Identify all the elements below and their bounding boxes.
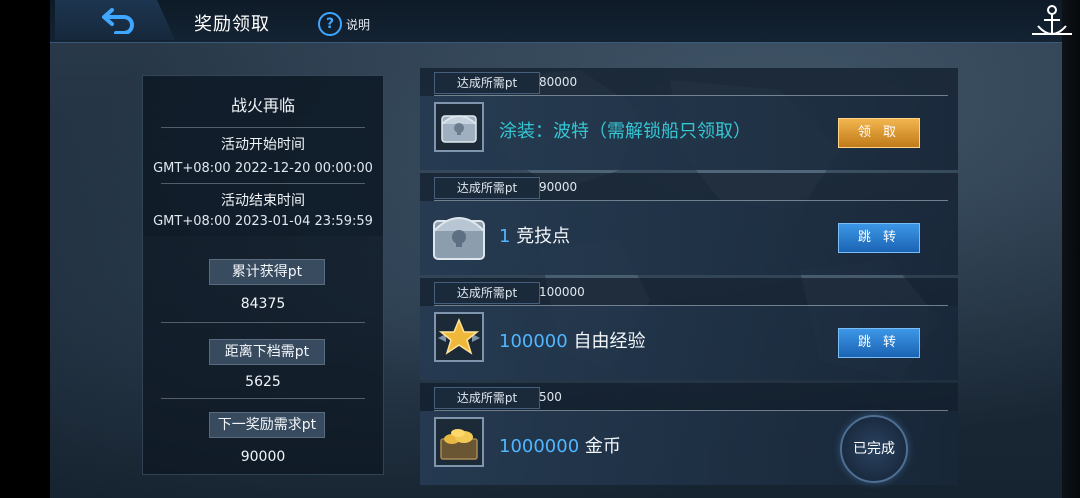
reward-requirement: 达成所需pt 100000 [420, 278, 958, 306]
requirement-value: 80000 [539, 75, 578, 89]
reward-name: 1 竞技点 [499, 222, 570, 248]
reward-body: 100000 自由经验 跳 转 [420, 306, 958, 380]
next-reward-pt-label: 下一奖励需求pt [209, 412, 325, 438]
requirement-label: 达成所需pt [434, 387, 540, 409]
end-time-value: GMT+08:00 2023-01-04 23:59:59 [153, 214, 373, 229]
page-title: 奖励领取 [194, 14, 270, 35]
reward-name: 涂装：波特（需解锁船只领取） [499, 121, 751, 142]
jump-button[interactable]: 跳 转 [838, 328, 920, 358]
divider [161, 322, 365, 323]
reward-name: 1000000 金币 [499, 432, 621, 458]
reward-row: 达成所需pt 80000 涂装：波特（需解锁船只领取） 领 取 [420, 68, 958, 170]
completed-badge: 已完成 [840, 415, 908, 483]
divider [161, 127, 365, 128]
help-icon[interactable]: ? [318, 12, 342, 36]
distance-pt-label: 距离下档需pt [209, 339, 325, 365]
screen-edge-right [1062, 0, 1080, 498]
reward-row: 达成所需pt 100000 100000 自由经验 跳 转 [420, 278, 958, 380]
requirement-value: 100000 [539, 285, 585, 299]
reward-type: 自由经验 [573, 331, 646, 352]
claim-button[interactable]: 领 取 [838, 118, 920, 148]
reward-type: 金币 [584, 436, 621, 457]
reward-requirement: 达成所需pt 90000 [420, 173, 958, 201]
reward-row: 达成所需pt 90000 1 竞技点 跳 转 [420, 173, 958, 275]
event-info-panel: 战火再临 活动开始时间 GMT+08:00 2022-12-20 00:00:0… [142, 75, 384, 475]
start-time-label: 活动开始时间 [221, 137, 305, 153]
reward-name: 100000 自由经验 [499, 327, 645, 353]
divider [161, 183, 365, 184]
requirement-label: 达成所需pt [434, 282, 540, 304]
silver-chest-icon [434, 102, 484, 152]
requirement-label: 达成所需pt [434, 72, 540, 94]
reward-body: 1 竞技点 跳 转 [420, 201, 958, 275]
total-pt-label: 累计获得pt [209, 259, 325, 285]
divider [161, 398, 365, 399]
reward-requirement: 达成所需pt 80000 [420, 68, 958, 96]
requirement-value: 500 [539, 390, 562, 404]
reward-amount: 1000000 [499, 436, 580, 457]
distance-pt-value: 5625 [245, 374, 281, 390]
requirement-label: 达成所需pt [434, 177, 540, 199]
start-time-value: GMT+08:00 2022-12-20 00:00:00 [153, 161, 373, 176]
anchor-logo-icon [1032, 5, 1072, 35]
back-arrow-icon[interactable] [100, 6, 140, 34]
requirement-value: 90000 [539, 180, 578, 194]
gold-star-icon [434, 312, 484, 362]
event-name: 战火再临 [230, 96, 295, 115]
reward-body: 1000000 金币 已完成 [420, 411, 958, 485]
jump-button[interactable]: 跳 转 [838, 223, 920, 253]
screen-edge-left [0, 0, 50, 498]
reward-amount: 1 [499, 226, 511, 247]
help-label[interactable]: 说明 [346, 16, 370, 33]
reward-body: 涂装：波特（需解锁船只领取） 领 取 [420, 96, 958, 170]
reward-requirement: 达成所需pt 500 [420, 383, 958, 411]
total-pt-value: 84375 [240, 296, 286, 312]
large-silver-chest-icon [430, 203, 488, 263]
reward-type: 竞技点 [516, 226, 571, 247]
reward-amount: 100000 [499, 331, 568, 352]
gold-coins-icon [434, 417, 484, 467]
next-reward-pt-value: 90000 [240, 449, 286, 465]
end-time-label: 活动结束时间 [221, 193, 305, 209]
reward-row: 达成所需pt 500 1000000 金币 已完成 [420, 383, 958, 485]
